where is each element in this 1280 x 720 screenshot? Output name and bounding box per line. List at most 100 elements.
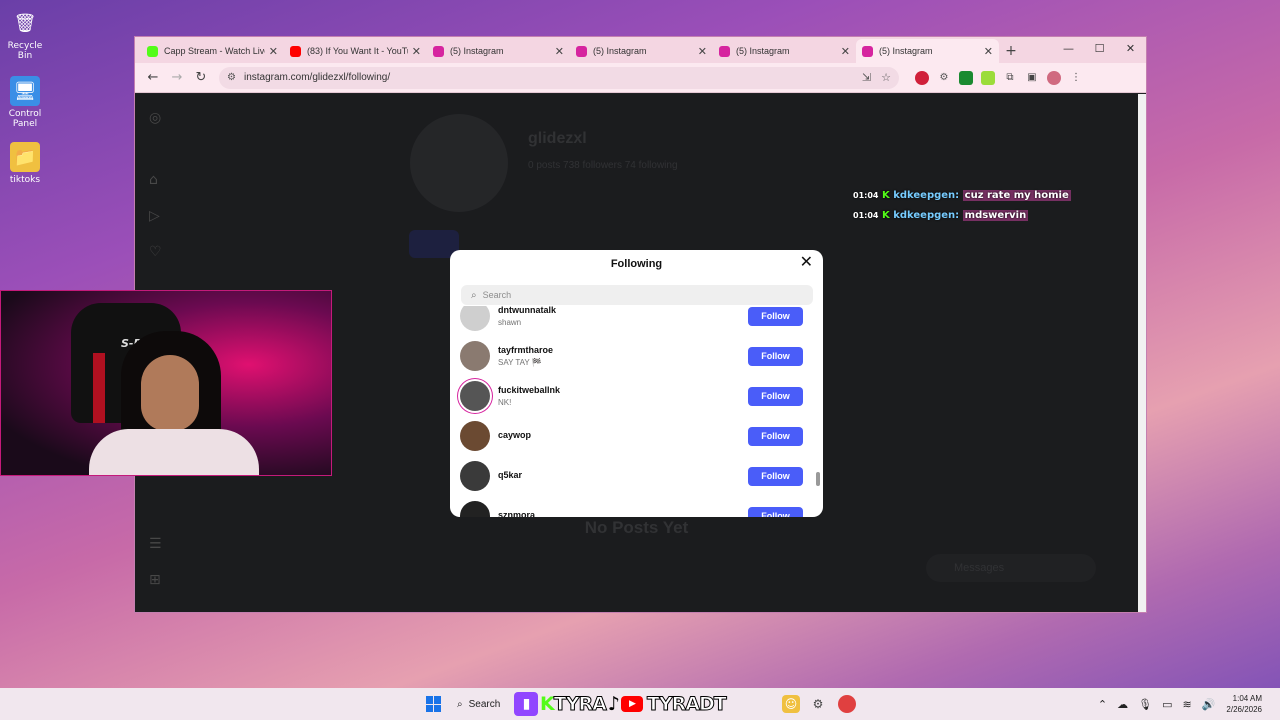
extension-green-icon[interactable]	[959, 70, 973, 85]
username[interactable]: sznmora	[498, 510, 748, 518]
follow-button[interactable]: Follow	[748, 346, 803, 366]
username[interactable]: q5kar	[498, 470, 748, 480]
desktop-icon-tiktoks[interactable]: 📁 tiktoks	[0, 142, 50, 185]
install-icon[interactable]: ⇲	[862, 71, 871, 84]
close-icon[interactable]: ✕	[698, 45, 707, 58]
chat-user: kdkeepgen:	[893, 210, 960, 221]
username[interactable]: dntwunnatalk	[498, 306, 748, 315]
volume-icon[interactable]: 🔊	[1202, 698, 1216, 711]
full-name: shawn	[498, 318, 522, 327]
display-icon[interactable]: ▭	[1162, 698, 1172, 711]
close-icon[interactable]: ✕	[984, 45, 993, 58]
username[interactable]: fuckitweballnk	[498, 385, 748, 395]
following-list[interactable]: dntwunnatalk shawn Follow tayfrmtharoe SAY…	[450, 306, 813, 517]
page-scrollbar[interactable]	[1138, 94, 1146, 612]
desktop-icon-control-panel[interactable]: 🖥 Control Panel	[0, 76, 50, 129]
menu-kebab-icon[interactable]: ⋮	[1069, 71, 1083, 85]
tab-strip: Capp Stream - Watch Live ✕ (83) If You W…	[135, 37, 1146, 63]
tab-instagram-1[interactable]: (5) Instagram ✕	[427, 39, 570, 63]
youtube-icon	[290, 45, 301, 57]
follow-button[interactable]: Follow	[748, 466, 803, 486]
window-controls: — ☐ ✕	[1053, 37, 1146, 61]
avatar[interactable]	[460, 501, 490, 517]
list-item[interactable]: tayfrmtharoe SAY TAY 🏁 Follow	[450, 336, 813, 376]
banner-handle-2: TYRADT	[646, 693, 727, 716]
windows-start-icon[interactable]	[426, 696, 442, 712]
maximize-icon[interactable]: ☐	[1084, 37, 1115, 61]
chat-time: 01:04	[853, 211, 879, 220]
follow-button[interactable]: Follow	[748, 506, 803, 517]
chat-time: 01:04	[853, 191, 879, 200]
profile-avatar-icon[interactable]	[1047, 70, 1061, 85]
kick-icon: K	[881, 210, 890, 221]
tab-title: (5) Instagram	[879, 46, 933, 56]
desktop-icon-recycle-bin[interactable]: 🗑 Recycle Bin	[0, 8, 50, 62]
folder-icon: 📁	[10, 142, 40, 172]
reload-icon[interactable]: ↻	[189, 70, 213, 85]
search-icon: ⌕	[471, 289, 477, 301]
close-icon[interactable]: ✕	[800, 255, 813, 271]
address-bar[interactable]: ⚙ instagram.com/glidezxl/following/ ⇲ ☆	[219, 66, 899, 89]
avatar[interactable]	[460, 341, 490, 371]
recycle-bin-icon: 🗑	[13, 12, 37, 34]
close-icon[interactable]: ✕	[269, 45, 278, 58]
back-icon[interactable]: ←	[141, 70, 165, 85]
extension-yellowgreen-icon[interactable]	[981, 70, 995, 85]
new-tab-button[interactable]: +	[999, 43, 1023, 63]
side-panel-icon[interactable]: ▣	[1025, 71, 1039, 85]
minimize-icon[interactable]: —	[1053, 37, 1084, 61]
tab-instagram-active[interactable]: (5) Instagram ✕	[856, 39, 999, 63]
url-text[interactable]: instagram.com/glidezxl/following/	[244, 72, 852, 83]
list-item[interactable]: sznmora Follow	[450, 496, 813, 517]
avatar[interactable]	[460, 306, 490, 331]
close-icon[interactable]: ✕	[841, 45, 850, 58]
wifi-icon[interactable]: ≋	[1182, 698, 1191, 711]
extension-red-icon[interactable]	[915, 70, 929, 85]
avatar[interactable]	[460, 421, 490, 451]
follow-button[interactable]: Follow	[748, 426, 803, 446]
taskbar-search[interactable]: ⌕ Search	[453, 693, 511, 715]
modal-title: Following	[610, 258, 663, 270]
avatar[interactable]	[460, 461, 490, 491]
tab-instagram-2[interactable]: (5) Instagram ✕	[570, 39, 713, 63]
extension-gear-icon[interactable]: ⚙	[937, 71, 951, 85]
search-input[interactable]	[482, 290, 783, 300]
settings-icon[interactable]: ⚙	[809, 695, 827, 713]
close-icon[interactable]: ✕	[555, 45, 564, 58]
search-icon: ⌕	[457, 698, 463, 710]
close-icon[interactable]: ✕	[412, 45, 421, 58]
tab-youtube[interactable]: (83) If You Want It - YouTube ✕	[284, 39, 427, 63]
username[interactable]: caywop	[498, 430, 748, 440]
list-item[interactable]: fuckitweballnk NK! Follow	[450, 376, 813, 416]
chat-message: cuz rate my homie	[962, 190, 1071, 201]
modal-scrollbar[interactable]	[815, 312, 821, 512]
microphone-icon[interactable]: 🎙	[1138, 698, 1152, 711]
tab-instagram-3[interactable]: (5) Instagram ✕	[713, 39, 856, 63]
list-item[interactable]: dntwunnatalk shawn Follow	[450, 306, 813, 336]
clock[interactable]: 1:04 AM 2/26/2026	[1226, 693, 1262, 715]
list-item[interactable]: q5kar Follow	[450, 456, 813, 496]
follow-button[interactable]: Follow	[748, 386, 803, 406]
cloud-icon[interactable]: ☁	[1117, 698, 1128, 711]
site-info-icon[interactable]: ⚙	[227, 72, 236, 83]
avatar[interactable]	[460, 381, 490, 411]
following-modal: Following ✕ ⌕ dntwunnatalk shawn Follow t…	[450, 250, 823, 517]
youtube-icon: ▶	[620, 696, 643, 712]
follow-button[interactable]: Follow	[748, 306, 803, 326]
search-box[interactable]: ⌕	[461, 285, 813, 305]
streamer-shirt	[89, 429, 259, 475]
chrome-icon[interactable]	[838, 695, 856, 713]
scroll-thumb[interactable]	[816, 472, 820, 486]
chevron-up-icon[interactable]: ⌃	[1098, 698, 1107, 711]
chat-line: 01:04 K kdkeepgen: cuz rate my homie	[853, 190, 1071, 201]
username[interactable]: tayfrmtharoe	[498, 345, 748, 355]
kick-icon: K	[881, 190, 890, 201]
tab-kick[interactable]: Capp Stream - Watch Live ✕	[141, 39, 284, 63]
forward-icon[interactable]: →	[165, 70, 189, 85]
taskbar: ⌕ Search ▮ K TYRA ♪ ▶ TYRADT ☺ ⚙ ⌃ ☁ 🎙 ▭…	[0, 688, 1280, 720]
discord-icon[interactable]: ☺	[782, 695, 800, 713]
window-close-icon[interactable]: ✕	[1115, 37, 1146, 61]
extensions-puzzle-icon[interactable]: ⧉	[1003, 71, 1017, 85]
list-item[interactable]: caywop Follow	[450, 416, 813, 456]
bookmark-star-icon[interactable]: ☆	[881, 71, 891, 84]
